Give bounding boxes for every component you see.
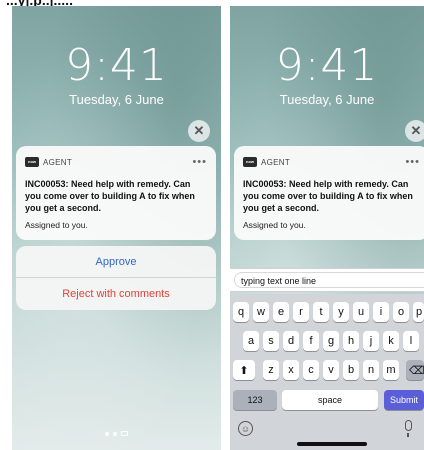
key-e[interactable]: e [273, 302, 289, 322]
lockscreen-reply: 9:41 Tuesday, 6 June ✕ now AGENT ••• INC… [230, 6, 424, 450]
submit-button[interactable]: Submit [384, 390, 424, 410]
more-icon[interactable]: ••• [192, 156, 207, 168]
close-icon[interactable]: ✕ [405, 120, 424, 142]
key-s[interactable]: s [263, 331, 279, 351]
app-icon: now [25, 157, 39, 167]
more-icon[interactable]: ••• [405, 156, 420, 168]
key-n[interactable]: n [363, 360, 379, 380]
numbers-key[interactable]: 123 [233, 390, 277, 410]
key-c[interactable]: c [303, 360, 319, 380]
reply-input-text[interactable]: typing text one line [234, 272, 424, 288]
notification-title: INC00053: Need help with remedy. Can you… [25, 179, 195, 213]
shift-icon[interactable]: ⬆ [233, 360, 255, 380]
key-z[interactable]: z [263, 360, 279, 380]
key-d[interactable]: d [283, 331, 299, 351]
approve-button[interactable]: Approve [16, 246, 216, 278]
key-u[interactable]: u [353, 302, 369, 322]
key-h[interactable]: h [343, 331, 359, 351]
lockscreen-date: Tuesday, 6 June [69, 92, 164, 107]
page-indicator [12, 431, 221, 436]
key-k[interactable]: k [383, 331, 399, 351]
home-indicator[interactable] [297, 442, 367, 446]
notification-body: Assigned to you. [25, 220, 88, 230]
key-o[interactable]: o [393, 302, 409, 322]
lockscreen-time: 9:41 [275, 40, 379, 91]
microphone-icon[interactable] [405, 420, 412, 437]
camera-icon [121, 431, 128, 436]
key-q[interactable]: q [233, 302, 249, 322]
key-i[interactable]: i [373, 302, 389, 322]
delete-icon[interactable]: ⌫ [406, 360, 424, 380]
key-a[interactable]: a [243, 331, 259, 351]
lockscreen-actions: 9:41 Tuesday, 6 June ✕ now AGENT ••• INC… [12, 6, 221, 450]
lockscreen-date: Tuesday, 6 June [279, 92, 375, 107]
reject-with-comments-button[interactable]: Reject with comments [16, 278, 216, 310]
reply-input[interactable]: typing text one line [230, 268, 424, 292]
key-x[interactable]: x [283, 360, 299, 380]
key-r[interactable]: r [293, 302, 309, 322]
emoji-icon[interactable]: ☺ [238, 421, 253, 436]
page-dot [105, 431, 109, 436]
key-g[interactable]: g [323, 331, 339, 351]
notification-card[interactable]: now AGENT ••• INC00053: Need help with r… [16, 146, 216, 240]
key-l[interactable]: l [403, 331, 419, 351]
key-w[interactable]: w [253, 302, 269, 322]
app-name: AGENT [43, 157, 73, 167]
lockscreen-time: 9:41 [65, 40, 168, 91]
space-key[interactable]: space [282, 390, 378, 410]
app-name: AGENT [261, 157, 291, 167]
key-y[interactable]: y [333, 302, 349, 322]
app-icon: now [243, 157, 257, 167]
keyboard: q w e r t y u i o p a s d f g h j k l ⬆ … [230, 294, 424, 450]
key-p[interactable]: p [413, 302, 424, 322]
key-f[interactable]: f [303, 331, 319, 351]
key-t[interactable]: t [313, 302, 329, 322]
key-v[interactable]: v [323, 360, 339, 380]
notification-actions: Approve Reject with comments [16, 246, 216, 310]
key-b[interactable]: b [343, 360, 359, 380]
notification-title: INC00053: Need help with remedy. Can you… [243, 179, 413, 213]
key-m[interactable]: m [383, 360, 399, 380]
close-icon[interactable]: ✕ [188, 120, 210, 142]
page-dot [113, 431, 117, 436]
notification-card[interactable]: now AGENT ••• INC00053: Need help with r… [234, 146, 424, 240]
notification-body: Assigned to you. [243, 220, 306, 230]
key-j[interactable]: j [363, 331, 379, 351]
